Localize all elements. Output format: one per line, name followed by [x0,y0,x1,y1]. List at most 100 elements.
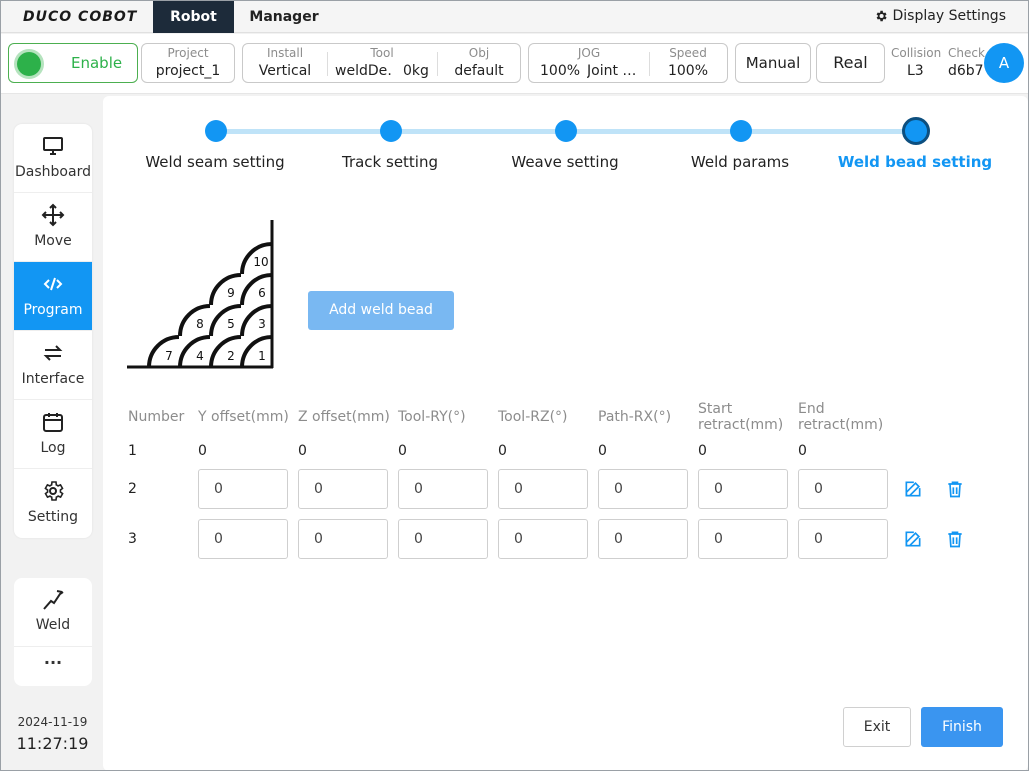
step-label-track[interactable]: Track setting [315,153,465,171]
row-2-tool-rz-input[interactable]: 0 [498,469,588,509]
row-3-tool-ry-input[interactable]: 0 [398,519,488,559]
row-1-z-offset: 0 [298,443,307,459]
weld-bead-diagram: 1 2 3 4 5 6 7 8 9 10 [127,220,274,369]
finish-button[interactable]: Finish [921,707,1003,747]
monitor-icon [43,137,63,155]
row-1-start-retract: 0 [698,443,707,459]
enable-label: Enable [71,54,123,72]
row-1-number: 1 [128,443,137,459]
sidebar: Dashboard Move Program Interface Log Set… [14,124,92,538]
row-3-z-offset-input[interactable]: 0 [298,519,388,559]
col-header-start-line2: retract(mm) [698,417,784,433]
row-3-end-retract-input[interactable]: 0 [798,519,888,559]
row-1-tool-rz: 0 [498,443,507,459]
tool-mass: 0kg [403,63,429,79]
jog-percent: 100% [540,63,580,79]
sidebar-item-interface[interactable]: Interface [14,331,92,400]
row-2-z-offset-input[interactable]: 0 [298,469,388,509]
sidebar-item-label: Weld [35,617,71,633]
real-button[interactable]: Real [816,43,885,83]
sidebar-item-move[interactable]: Move [14,193,92,262]
row-2-y-offset-input[interactable]: 0 [198,469,288,509]
weld-bead-arc [209,273,242,306]
row-3-tool-rz-input[interactable]: 0 [498,519,588,559]
collision-caption: Collision [891,46,942,60]
display-settings-button[interactable]: Display Settings [874,8,1006,24]
step-2-dot[interactable] [380,120,402,142]
row-2-end-retract-input[interactable]: 0 [798,469,888,509]
col-header-end-line2: retract(mm) [798,417,884,433]
col-header-end-line1: End [798,401,825,417]
sidebar-item-label: Setting [27,509,79,525]
manual-button[interactable]: Manual [735,43,811,83]
install-tool-obj-panel[interactable]: Install Vertical Tool weldDe… 0kg Obj de… [242,43,521,83]
check-value[interactable]: d6b7 [948,63,984,79]
enable-indicator [17,52,41,76]
weld-bead-label: 7 [165,349,173,363]
row-3-number: 3 [128,531,137,547]
trash-icon[interactable] [945,529,965,549]
sidebar-item-label: Interface [21,371,85,387]
brand-logo: DUCO COBOT [23,9,138,25]
install-caption: Install [266,46,304,60]
step-label-weld-bead[interactable]: Weld bead setting [835,153,995,171]
row-3-y-offset-input[interactable]: 0 [198,519,288,559]
sidebar-item-dashboard[interactable]: Dashboard [14,124,92,193]
plugin-sidebar: Weld ··· [14,578,92,686]
step-4-dot[interactable] [730,120,752,142]
move-icon [41,203,65,227]
display-settings-label: Display Settings [892,8,1006,24]
edit-icon[interactable] [903,529,923,549]
row-2-start-retract-input[interactable]: 0 [698,469,788,509]
jog-speed-panel[interactable]: JOG 100% Joint … Speed 100% [528,43,728,83]
speed-value: 100% [667,63,709,79]
trash-icon[interactable] [945,479,965,499]
add-weld-bead-button[interactable]: Add weld bead [308,291,454,330]
jog-caption: JOG [577,46,601,60]
collision-value[interactable]: L3 [907,63,924,79]
step-label-weld-seam[interactable]: Weld seam setting [140,153,290,171]
project-value: project_1 [155,63,221,79]
step-label-weld-params[interactable]: Weld params [665,153,815,171]
step-3-dot[interactable] [555,120,577,142]
tool-name: weldDe… [335,63,393,79]
row-2-path-rx-input[interactable]: 0 [598,469,688,509]
code-icon [43,277,63,291]
row-2-tool-ry-input[interactable]: 0 [398,469,488,509]
gear-icon [876,10,887,22]
step-1-dot[interactable] [205,120,227,142]
step-5-dot[interactable] [902,117,930,145]
sidebar-item-label: Dashboard [15,164,91,180]
row-1-y-offset: 0 [198,443,207,459]
more-button[interactable]: ··· [14,647,92,686]
col-header-path-rx: Path-RX(°) [598,409,672,425]
exit-button[interactable]: Exit [843,707,911,747]
weld-wizard-panel: Weld seam setting Track setting Weave se… [103,96,1028,770]
avatar[interactable]: A [984,43,1024,83]
sidebar-item-weld[interactable]: Weld [14,578,92,647]
col-header-end-retract: End retract(mm) [798,401,883,433]
col-header-number: Number [128,409,185,425]
sidebar-item-program[interactable]: Program [14,262,92,331]
project-selector[interactable]: Project project_1 [141,43,235,83]
step-label-weave[interactable]: Weave setting [490,153,640,171]
sidebar-item-log[interactable]: Log [14,400,92,469]
weld-bead-label: 8 [196,317,204,331]
tab-robot[interactable]: Robot [153,1,234,33]
weld-torch-icon [43,590,64,610]
row-1-end-retract: 0 [798,443,807,459]
col-header-start-line1: Start [698,401,733,417]
weld-bead-arc [240,335,273,368]
weld-bead-arc [147,335,180,368]
edit-icon[interactable] [903,479,923,499]
app-window: DUCO COBOT Robot Manager Display Setting… [0,0,1029,771]
weld-bead-label: 1 [258,349,266,363]
row-3-path-rx-input[interactable]: 0 [598,519,688,559]
sidebar-item-setting[interactable]: Setting [14,469,92,538]
enable-button[interactable]: Enable [8,43,138,83]
row-3-start-retract-input[interactable]: 0 [698,519,788,559]
col-header-z-offset: Z offset(mm) [298,409,390,425]
jog-mode: Joint … [587,63,637,79]
tab-manager[interactable]: Manager [241,1,327,33]
tool-caption: Tool [370,46,394,60]
